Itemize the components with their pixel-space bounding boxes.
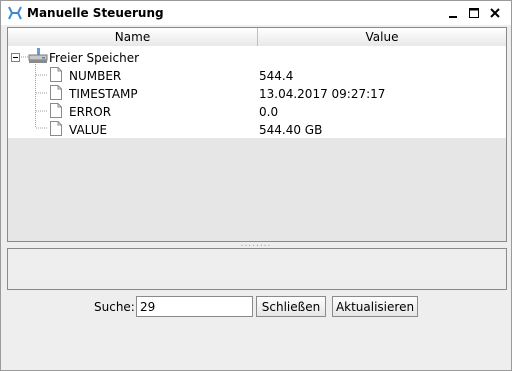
tree-item-value: 544.4 xyxy=(259,69,294,83)
close-icon xyxy=(490,8,500,18)
tree-item-label[interactable]: ERROR xyxy=(69,104,111,120)
search-label: Suche: xyxy=(94,300,135,314)
splitter-grip: ........ xyxy=(240,239,272,249)
detail-panel xyxy=(7,248,507,290)
tree-item-label[interactable]: NUMBER xyxy=(69,68,121,84)
collapse-toggle-icon[interactable] xyxy=(11,53,20,62)
splitter-handle[interactable]: ........ xyxy=(1,239,511,249)
app-logo-icon xyxy=(8,6,22,20)
window: Manuelle Steuerung Name Value Freier Spe… xyxy=(0,0,512,371)
title-bar[interactable]: Manuelle Steuerung xyxy=(1,1,511,25)
tree-item-value: 0.0 xyxy=(259,105,279,119)
tree-item-label[interactable]: TIMESTAMP xyxy=(69,86,138,102)
maximize-button[interactable] xyxy=(464,3,484,23)
minimize-button[interactable] xyxy=(443,3,463,23)
refresh-button[interactable]: Aktualisieren xyxy=(332,296,418,317)
storage-device-icon xyxy=(28,48,48,63)
column-header-value[interactable]: Value xyxy=(258,28,506,47)
tree-item-value: 544.40 GB xyxy=(259,123,323,137)
column-header-name[interactable]: Name xyxy=(8,28,258,47)
tree-item-label[interactable]: VALUE xyxy=(69,122,107,138)
tree-root-label[interactable]: Freier Speicher xyxy=(49,50,139,66)
document-icon xyxy=(50,121,62,136)
close-window-button[interactable] xyxy=(485,3,505,23)
tree-table: Name Value Freier Speicher NUMBER 544.4 … xyxy=(7,27,507,242)
search-input[interactable] xyxy=(136,296,253,317)
document-icon xyxy=(50,103,62,118)
document-icon xyxy=(50,67,62,82)
window-title: Manuelle Steuerung xyxy=(27,6,164,20)
maximize-icon xyxy=(469,8,479,18)
tree-rows: Freier Speicher NUMBER 544.4 TIMESTAMP 1… xyxy=(8,46,506,138)
close-button[interactable]: Schließen xyxy=(256,296,326,317)
tree-item-value: 13.04.2017 09:27:17 xyxy=(259,87,386,101)
document-icon xyxy=(50,85,62,100)
minimize-icon xyxy=(449,16,457,18)
